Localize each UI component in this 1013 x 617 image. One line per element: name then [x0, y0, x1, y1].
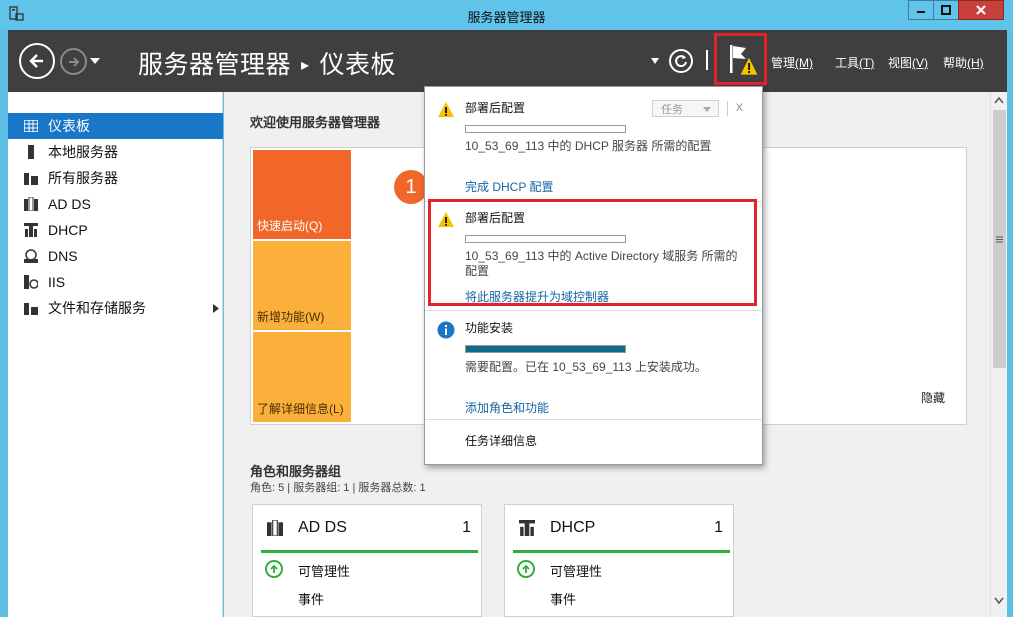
notification-title: 功能安装	[465, 321, 514, 335]
ad-ds-icon	[24, 197, 38, 211]
sidebar-item-label: 所有服务器	[48, 170, 118, 186]
close-icon	[976, 5, 986, 15]
sidebar-item-iis[interactable]: IIS	[8, 269, 223, 295]
sidebar-item-label: 本地服务器	[48, 144, 118, 160]
complete-dhcp-config-link[interactable]: 完成 DHCP 配置	[465, 178, 553, 195]
sidebar-item-label: DNS	[48, 248, 78, 264]
minimize-button[interactable]	[908, 0, 934, 20]
role-events[interactable]: 事件	[550, 589, 576, 608]
sidebar-item-dhcp[interactable]: DHCP	[8, 217, 223, 243]
task-details-link[interactable]: 任务详细信息	[465, 432, 537, 449]
forward-button[interactable]	[60, 48, 87, 75]
scrollbar-thumb[interactable]	[993, 110, 1006, 368]
breadcrumb-current: 仪表板	[319, 51, 397, 79]
status-up-icon	[517, 560, 535, 578]
dashboard-icon	[24, 119, 38, 133]
sidebar-item-label: DHCP	[48, 222, 88, 238]
menu-manage[interactable]: 管理(M)	[771, 54, 813, 71]
sidebar-item-file-storage[interactable]: 文件和存储服务	[8, 295, 223, 321]
role-manageability[interactable]: 可管理性	[298, 561, 350, 580]
tile-learn-more[interactable]: 了解详细信息(L)	[253, 332, 351, 422]
sidebar: 仪表板 本地服务器 所有服务器 AD DS DHCP DNS IIS 文件和存储…	[8, 92, 223, 617]
welcome-title: 欢迎使用服务器管理器	[250, 115, 381, 130]
scroll-up-icon[interactable]	[994, 96, 1004, 104]
close-window-button[interactable]	[958, 0, 1004, 20]
refresh-button[interactable]	[669, 49, 693, 73]
minimize-icon	[917, 11, 925, 13]
app-header: 服务器管理器 ▸ 仪表板 管理(M) 工具(T) 视图(V) 帮助(H)	[8, 30, 1007, 92]
role-card-name: AD DS	[298, 519, 347, 536]
storage-icon	[24, 301, 38, 315]
vertical-scrollbar[interactable]	[990, 92, 1007, 617]
window-title: 服务器管理器	[467, 10, 546, 25]
warning-icon	[438, 102, 454, 117]
sidebar-item-local-server[interactable]: 本地服务器	[8, 139, 223, 165]
tile-quick-start[interactable]: 快速启动(Q)	[253, 150, 351, 239]
breadcrumb-separator: ▸	[301, 57, 310, 74]
sidebar-item-dashboard[interactable]: 仪表板	[8, 113, 223, 139]
iis-icon	[24, 275, 38, 289]
role-status-bar	[513, 550, 730, 553]
dhcp-icon	[24, 223, 38, 237]
dns-icon	[24, 249, 38, 263]
chevron-right-icon[interactable]	[213, 304, 219, 313]
sidebar-item-label: 仪表板	[48, 118, 90, 134]
back-button[interactable]	[19, 43, 55, 79]
add-roles-features-link[interactable]: 添加角色和功能	[465, 399, 549, 416]
maximize-button[interactable]	[933, 0, 959, 20]
notification-separator	[425, 419, 762, 420]
status-up-icon	[265, 560, 283, 578]
notification-description: 10_53_69_113 中的 DHCP 服务器 所需的配置	[465, 139, 712, 153]
sidebar-item-ad-ds[interactable]: AD DS	[8, 191, 223, 217]
refresh-icon	[675, 55, 687, 68]
sidebar-item-label: AD DS	[48, 196, 91, 212]
progress-fill	[466, 346, 625, 352]
notification-title: 部署后配置	[465, 101, 526, 115]
notifications-flag-button[interactable]	[714, 33, 767, 85]
grip-icon	[996, 236, 1003, 242]
notification-item: 功能安装 需要配置。已在 10_53_69_113 上安装成功。 添加角色和功能	[425, 307, 762, 417]
notification-progress	[465, 345, 626, 353]
sidebar-item-label: 文件和存储服务	[48, 300, 146, 316]
breadcrumb: 服务器管理器 ▸ 仪表板	[138, 45, 396, 81]
role-status-bar	[261, 550, 478, 553]
hide-welcome-link[interactable]: 隐藏	[921, 389, 945, 406]
menu-help[interactable]: 帮助(H)	[943, 54, 984, 71]
server-icon	[24, 145, 38, 159]
notification-description: 需要配置。已在 10_53_69_113 上安装成功。	[465, 360, 707, 374]
tile-whats-new[interactable]: 新增功能(W)	[253, 241, 351, 330]
servers-icon	[24, 171, 38, 185]
roles-title: 角色和服务器组	[250, 464, 342, 479]
breadcrumb-root[interactable]: 服务器管理器	[138, 51, 291, 79]
role-card-ad-ds[interactable]: AD DS 1 可管理性 事件	[252, 504, 482, 617]
role-card-name: DHCP	[550, 519, 596, 536]
step-number-badge: 1	[394, 170, 428, 204]
scroll-down-icon[interactable]	[994, 597, 1004, 605]
sidebar-item-all-servers[interactable]: 所有服务器	[8, 165, 223, 191]
sidebar-item-label: IIS	[48, 274, 66, 290]
role-events[interactable]: 事件	[298, 589, 324, 608]
roles-summary: 角色: 5 | 服务器组: 1 | 服务器总数: 1	[250, 482, 426, 494]
dhcp-icon	[519, 520, 535, 536]
notification-item: 部署后配置 10_53_69_113 中的 DHCP 服务器 所需的配置 完成 …	[425, 87, 762, 199]
history-dropdown-icon[interactable]	[90, 57, 100, 65]
window-titlebar: 服务器管理器	[0, 0, 1013, 30]
breadcrumb-dropdown-icon[interactable]	[651, 58, 659, 64]
ad-ds-icon	[267, 520, 283, 536]
notification-progress	[465, 125, 626, 133]
arrow-left-icon	[29, 54, 43, 68]
highlight-frame	[428, 199, 757, 306]
arrow-right-icon	[68, 56, 79, 67]
sidebar-item-dns[interactable]: DNS	[8, 243, 223, 269]
role-card-dhcp[interactable]: DHCP 1 可管理性 事件	[504, 504, 734, 617]
maximize-icon	[941, 5, 951, 15]
header-divider	[706, 50, 708, 70]
flag-warning-icon	[729, 45, 758, 76]
role-manageability[interactable]: 可管理性	[550, 561, 602, 580]
menu-view[interactable]: 视图(V)	[888, 54, 928, 71]
info-icon	[437, 321, 455, 339]
role-card-count[interactable]: 1	[714, 519, 723, 537]
menu-tools[interactable]: 工具(T)	[835, 54, 874, 71]
role-card-count[interactable]: 1	[462, 519, 471, 537]
